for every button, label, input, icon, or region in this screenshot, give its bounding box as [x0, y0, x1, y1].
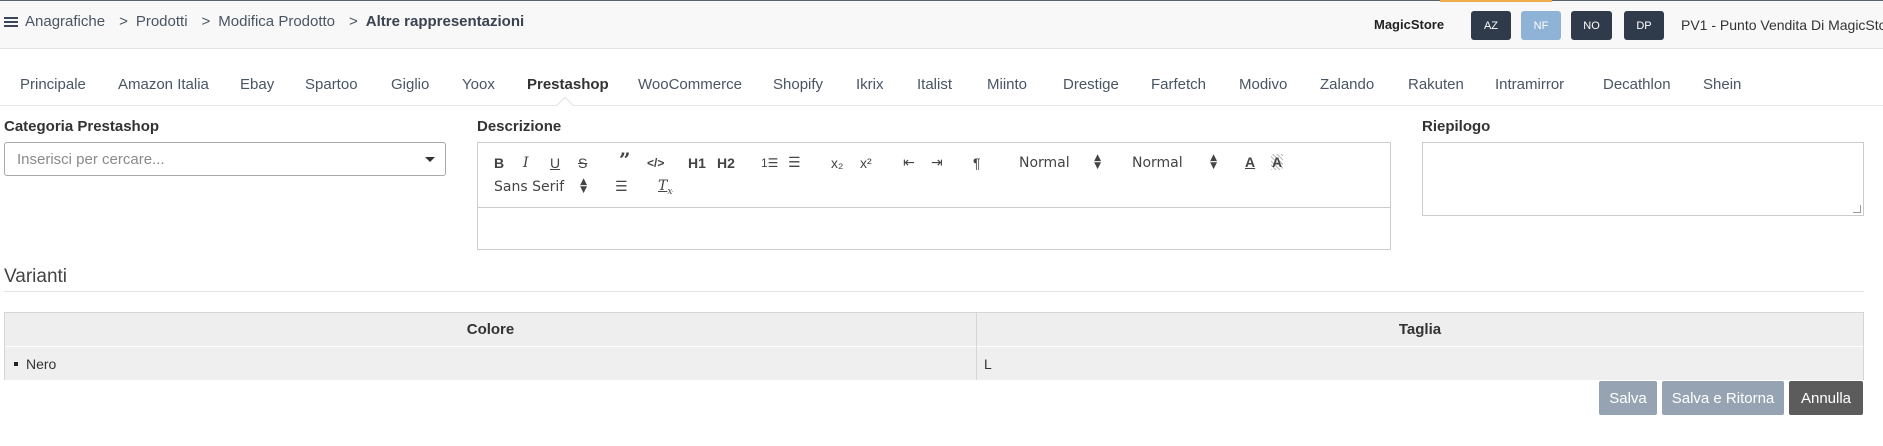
subscript-icon[interactable]: x₂ — [831, 155, 843, 171]
caret-down-icon[interactable] — [425, 157, 435, 162]
tab-intramirror[interactable]: Intramirror — [1495, 76, 1564, 93]
description-editor: B I U S ” </> H1 H2 1☰ ☰ x₂ x² ⇤ ⇥ ¶ Nor… — [477, 142, 1391, 250]
tab-spartoo[interactable]: Spartoo — [305, 76, 358, 93]
tab-drestige[interactable]: Drestige — [1063, 76, 1119, 93]
superscript-icon[interactable]: x² — [860, 155, 872, 171]
summary-label: Riepilogo — [1422, 118, 1491, 135]
tab-ikrix[interactable]: Ikrix — [856, 76, 884, 93]
tab-shein[interactable]: Shein — [1703, 76, 1741, 93]
chip-nf[interactable]: NF — [1521, 11, 1561, 40]
active-tab-indicator — [556, 96, 574, 114]
header-value: Normal — [1132, 155, 1183, 171]
cell-value: Nero — [26, 355, 57, 372]
align-icon[interactable]: ☰ — [615, 178, 628, 194]
blockquote-icon[interactable]: ” — [619, 150, 631, 170]
breadcrumb-current: Altre rappresentazioni — [365, 13, 525, 30]
breadcrumb-separator: > — [201, 13, 211, 30]
size-dropdown[interactable]: Normal ▲ ▼ — [1019, 154, 1101, 172]
indent-icon[interactable]: ⇥ — [931, 154, 943, 170]
breadcrumb-anagrafiche[interactable]: Anagrafiche — [25, 13, 105, 30]
tab-shopify[interactable]: Shopify — [773, 76, 823, 93]
header-2-icon[interactable]: H2 — [717, 155, 735, 171]
breadcrumb-modifica-prodotto[interactable]: Modifica Prodotto — [218, 13, 335, 30]
resize-handle-icon[interactable] — [1853, 205, 1861, 213]
dropdown-down-icon: ▼ — [580, 185, 587, 195]
variants-table: Colore Taglia Nero L — [4, 312, 1864, 380]
summary-textarea[interactable] — [1422, 142, 1864, 216]
category-select[interactable]: Inserisci per cercare... — [4, 142, 446, 176]
top-accent — [1440, 0, 1552, 2]
ordered-list-icon[interactable]: 1☰ — [761, 155, 778, 171]
column-header-taglia[interactable]: Taglia — [977, 313, 1863, 346]
header-1-icon[interactable]: H1 — [688, 155, 706, 171]
chip-dp[interactable]: DP — [1624, 11, 1664, 40]
tab-rakuten[interactable]: Rakuten — [1408, 76, 1464, 93]
italic-icon[interactable]: I — [523, 155, 529, 171]
font-value: Sans Serif — [494, 179, 565, 195]
category-label: Categoria Prestashop — [4, 118, 160, 135]
top-bar: Anagrafiche > Prodotti > Modifica Prodot… — [0, 0, 1883, 49]
column-header-colore[interactable]: Colore — [5, 313, 976, 346]
size-value: Normal — [1019, 155, 1070, 171]
editor-toolbar: B I U S ” </> H1 H2 1☰ ☰ x₂ x² ⇤ ⇥ ¶ Nor… — [478, 143, 1390, 208]
cell-value: L — [984, 355, 992, 372]
chip-no[interactable]: NO — [1571, 11, 1612, 40]
tab-ebay[interactable]: Ebay — [240, 76, 274, 93]
save-button[interactable]: Salva — [1599, 381, 1657, 415]
text-direction-icon[interactable]: ¶ — [973, 155, 981, 171]
code-icon[interactable]: </> — [647, 155, 664, 171]
description-label: Descrizione — [477, 118, 562, 135]
tab-farfetch[interactable]: Farfetch — [1151, 76, 1206, 93]
variants-title: Varianti — [4, 266, 68, 287]
underline-icon[interactable]: U — [550, 155, 560, 171]
tab-miinto[interactable]: Miinto — [987, 76, 1027, 93]
tab-prestashop[interactable]: Prestashop — [527, 76, 609, 93]
breadcrumb-separator: > — [119, 13, 128, 30]
bullet-icon — [14, 361, 18, 366]
description-text-area[interactable] — [478, 209, 1390, 249]
table-cell-taglia: L — [977, 347, 1863, 380]
cancel-button[interactable]: Annulla — [1789, 381, 1863, 415]
tab-yoox[interactable]: Yoox — [462, 76, 495, 93]
tab-woocommerce[interactable]: WooCommerce — [638, 76, 742, 93]
save-and-return-button[interactable]: Salva e Ritorna — [1662, 381, 1784, 415]
background-color-icon[interactable]: A — [1271, 154, 1284, 170]
list-menu-icon[interactable] — [4, 16, 18, 28]
table-cell-colore: Nero — [5, 347, 976, 380]
chip-az[interactable]: AZ — [1471, 11, 1511, 40]
tab-giglio[interactable]: Giglio — [391, 76, 429, 93]
clear-format-icon[interactable]: Tx — [658, 178, 672, 200]
tab-decathlon[interactable]: Decathlon — [1603, 76, 1671, 93]
text-color-icon[interactable]: A — [1245, 154, 1255, 170]
category-placeholder: Inserisci per cercare... — [17, 151, 165, 168]
tab-modivo[interactable]: Modivo — [1239, 76, 1287, 93]
breadcrumb: Anagrafiche > Prodotti > Modifica Prodot… — [4, 13, 524, 30]
breadcrumb-separator: > — [349, 13, 358, 30]
font-dropdown[interactable]: Sans Serif ▲ ▼ — [494, 178, 587, 196]
tab-italist[interactable]: Italist — [917, 76, 952, 93]
tab-zalando[interactable]: Zalando — [1320, 76, 1374, 93]
point-of-sale[interactable]: PV1 - Punto Vendita Di MagicStore — [1681, 17, 1883, 33]
dropdown-down-icon: ▼ — [1210, 161, 1217, 171]
section-divider — [4, 291, 1864, 292]
tab-amazon-italia[interactable]: Amazon Italia — [118, 76, 209, 93]
marketplace-tabs: Principale Amazon Italia Ebay Spartoo Gi… — [0, 62, 1883, 114]
dropdown-down-icon: ▼ — [1094, 161, 1101, 171]
bold-icon[interactable]: B — [494, 155, 504, 171]
tab-principale[interactable]: Principale — [20, 76, 86, 93]
breadcrumb-prodotti[interactable]: Prodotti — [136, 13, 188, 30]
store-name: MagicStore — [1374, 17, 1445, 32]
bullet-list-icon[interactable]: ☰ — [788, 154, 801, 170]
strikethrough-icon[interactable]: S — [578, 155, 587, 171]
header-dropdown[interactable]: Normal ▲ ▼ — [1132, 154, 1217, 172]
outdent-icon[interactable]: ⇤ — [903, 154, 915, 170]
